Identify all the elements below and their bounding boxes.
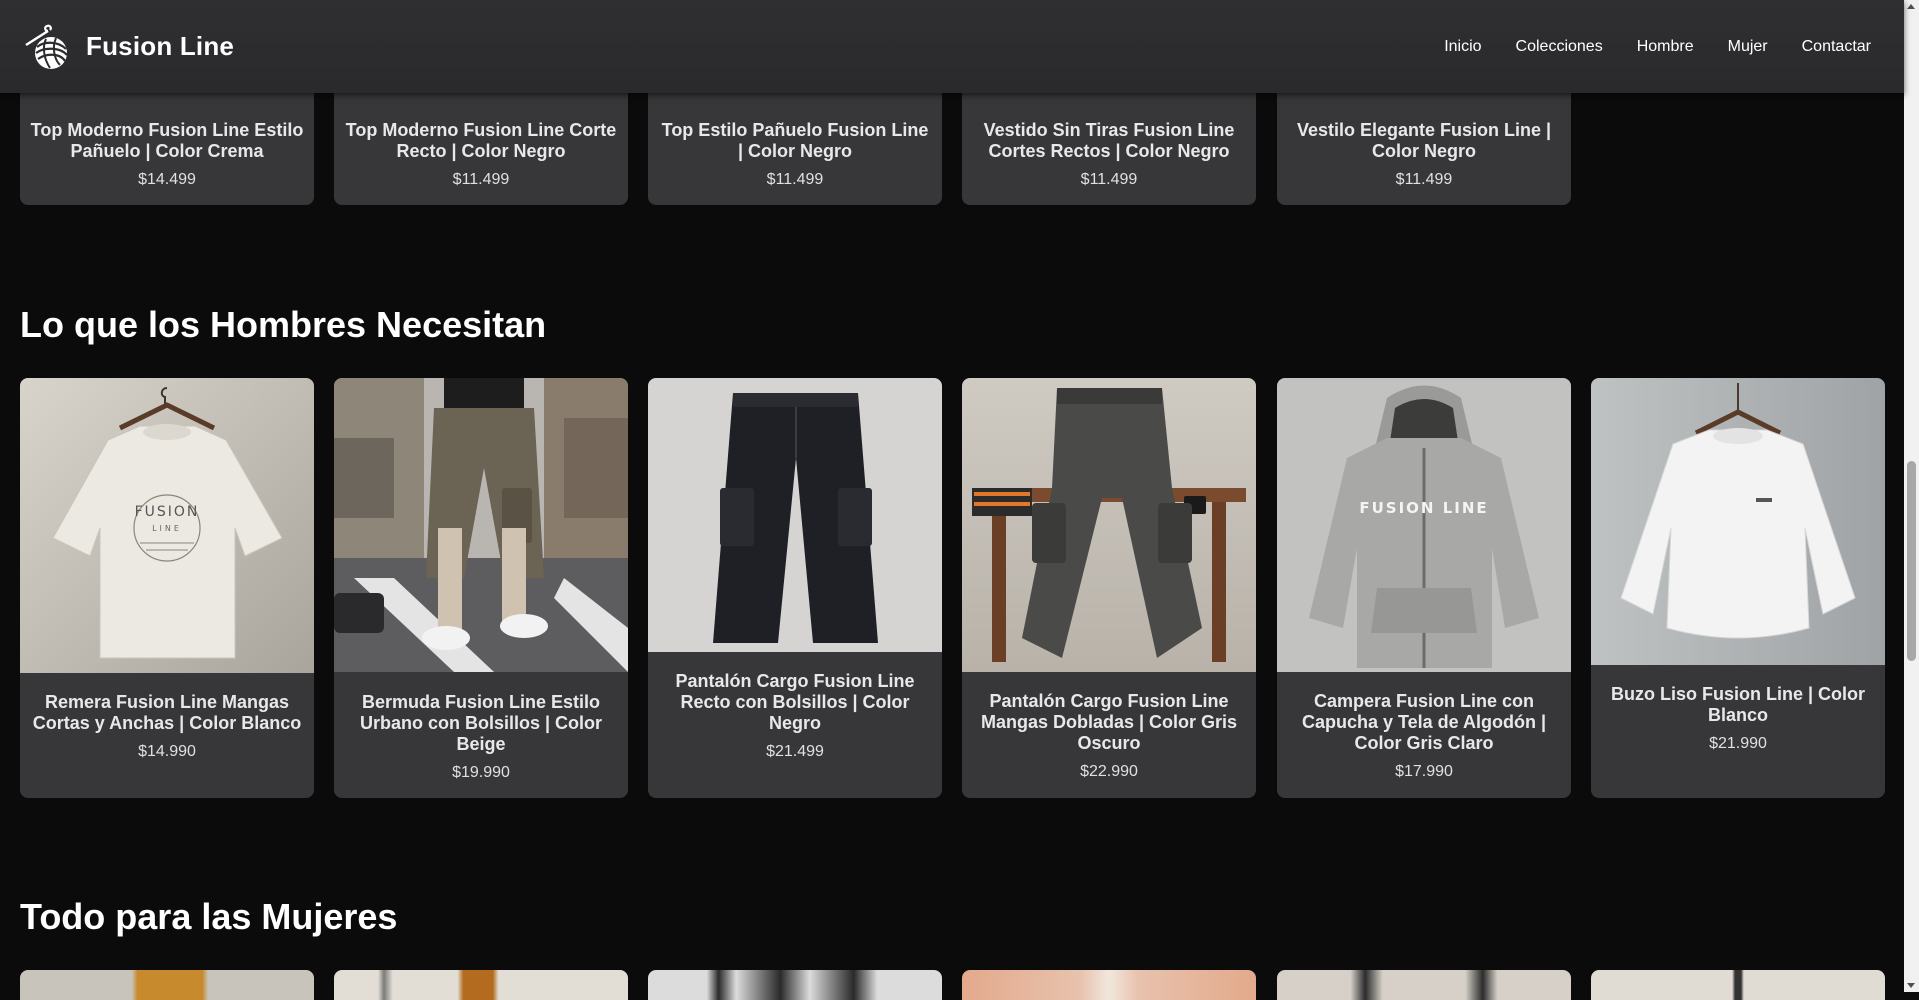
nav-hombre[interactable]: Hombre <box>1637 38 1694 56</box>
product-name: Pantalón Cargo Fusion Line Recto con Bol… <box>675 671 915 733</box>
product-price: $14.499 <box>138 171 196 188</box>
product-image <box>648 378 942 652</box>
product-name: Campera Fusion Line con Capucha y Tela d… <box>1301 691 1547 753</box>
svg-text:FUSION LINE: FUSION LINE <box>1359 499 1488 517</box>
product-name: Remera Fusion Line Mangas Cortas y Ancha… <box>32 692 302 733</box>
product-price: $11.499 <box>766 171 824 188</box>
main-nav: Inicio Colecciones Hombre Mujer Contacta… <box>1410 0 1871 93</box>
product-card[interactable]: Bermuda Fusion Line Estilo Urbano con Bo… <box>334 378 628 798</box>
product-image <box>962 378 1256 672</box>
nav-inicio[interactable]: Inicio <box>1444 38 1481 56</box>
product-name: Top Moderno Fusion Line Estilo Pañuelo |… <box>30 120 304 161</box>
product-image <box>334 378 628 672</box>
product-price: $11.499 <box>1395 171 1453 188</box>
product-image <box>1591 378 1885 665</box>
nav-mujer[interactable]: Mujer <box>1728 38 1768 56</box>
product-card[interactable]: Top Estilo Pañuelo Fusion Line | Color N… <box>648 80 942 205</box>
brand-logo[interactable]: Fusion Line <box>20 19 234 75</box>
scroll-thumb[interactable] <box>1907 461 1916 661</box>
product-card[interactable]: FUSION LINE Campera Fusion Line con Capu… <box>1277 378 1571 798</box>
product-card[interactable]: Top Moderno Fusion Line Corte Recto | Co… <box>334 80 628 205</box>
brand-name: Fusion Line <box>86 31 235 61</box>
product-price: $19.990 <box>452 764 510 781</box>
product-card[interactable]: Buzo Liso Fusion Line | Color Blanco $21… <box>1591 378 1885 798</box>
product-price: $11.499 <box>452 171 510 188</box>
product-card[interactable]: Top Moderno Fusion Line Estilo Pañuelo |… <box>20 80 314 205</box>
hanger-logo-icon <box>25 24 68 69</box>
section-title-men: Lo que los Hombres Necesitan <box>20 304 547 345</box>
product-name: Top Estilo Pañuelo Fusion Line | Color N… <box>661 120 929 161</box>
product-card[interactable] <box>20 970 314 1000</box>
scroll-up-arrow-icon[interactable] <box>1907 4 1915 9</box>
product-name: Vestilo Elegante Fusion Line | Color Neg… <box>1296 120 1552 161</box>
product-price: $21.990 <box>1709 735 1767 752</box>
nav-colecciones[interactable]: Colecciones <box>1516 38 1603 56</box>
product-card[interactable] <box>648 970 942 1000</box>
product-name: Vestido Sin Tiras Fusion Line Cortes Rec… <box>983 120 1235 161</box>
product-price: $14.990 <box>138 743 196 760</box>
product-price: $21.499 <box>766 743 824 760</box>
product-card[interactable]: Pantalón Cargo Fusion Line Mangas Doblad… <box>962 378 1256 798</box>
product-card[interactable] <box>1591 970 1885 1000</box>
product-card[interactable]: Pantalón Cargo Fusion Line Recto con Bol… <box>648 378 942 798</box>
svg-text:FUSION: FUSION <box>135 504 200 520</box>
product-card[interactable]: Vestido Sin Tiras Fusion Line Cortes Rec… <box>962 80 1256 205</box>
product-card[interactable] <box>1277 970 1571 1000</box>
product-price: $17.990 <box>1395 763 1453 780</box>
page-scrollbar[interactable] <box>1904 0 1919 992</box>
product-name: Pantalón Cargo Fusion Line Mangas Doblad… <box>980 691 1238 753</box>
product-card[interactable]: Vestilo Elegante Fusion Line | Color Neg… <box>1277 80 1571 205</box>
product-card[interactable]: FUSION LINE Remera Fusion Line Mangas Co… <box>20 378 314 798</box>
product-card[interactable] <box>334 970 628 1000</box>
site-header: Fusion Line Inicio Colecciones Hombre Mu… <box>0 0 1904 93</box>
product-name: Buzo Liso Fusion Line | Color Blanco <box>1610 684 1866 725</box>
product-image: FUSION LINE <box>20 378 314 673</box>
svg-text:LINE: LINE <box>152 524 182 533</box>
section-title-women: Todo para las Mujeres <box>20 896 398 937</box>
product-name: Bermuda Fusion Line Estilo Urbano con Bo… <box>359 692 603 754</box>
product-price: $22.990 <box>1080 763 1138 780</box>
product-name: Top Moderno Fusion Line Corte Recto | Co… <box>345 120 617 161</box>
nav-contactar[interactable]: Contactar <box>1802 38 1871 56</box>
product-image: FUSION LINE <box>1277 378 1571 672</box>
product-price: $11.499 <box>1080 171 1138 188</box>
product-card[interactable] <box>962 970 1256 1000</box>
scroll-down-arrow-icon[interactable] <box>1907 983 1915 988</box>
